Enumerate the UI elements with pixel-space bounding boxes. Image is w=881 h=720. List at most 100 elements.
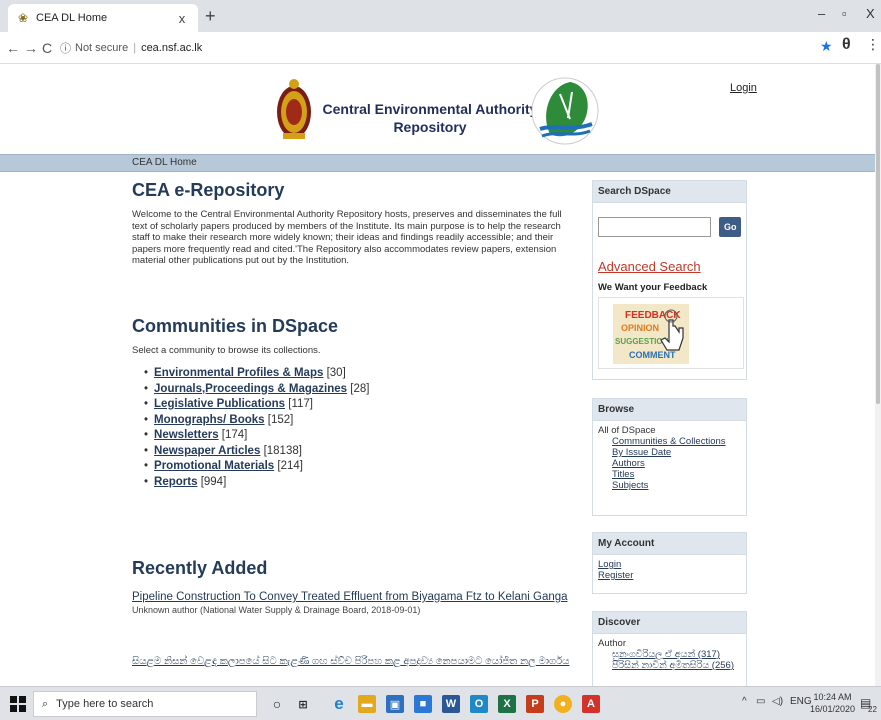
account-panel: My Account Login Register xyxy=(592,532,747,594)
recent-item-link[interactable]: සියළම නිසන් වෙළඳ කලාපයේ සිට කැළණි ගඟ ස්ව… xyxy=(132,656,569,667)
feedback-banner[interactable]: FEEDBACK OPINION SUGGESTION COMMENT xyxy=(598,297,744,369)
notification-count: 22 xyxy=(868,705,877,714)
restore-button[interactable]: ▫ xyxy=(842,6,847,21)
account-register-link[interactable]: Register xyxy=(598,570,741,581)
community-link[interactable]: Newsletters xyxy=(154,429,219,441)
cea-logo-icon xyxy=(531,77,599,145)
forward-button[interactable]: → xyxy=(24,40,38,56)
menu-icon[interactable]: ⋮ xyxy=(866,36,880,53)
breadcrumb-home[interactable]: CEA DL Home xyxy=(132,157,197,168)
feedback-word-1: FEEDBACK xyxy=(625,310,681,321)
bullet-icon: • xyxy=(144,367,149,379)
pdf-icon[interactable]: A xyxy=(582,695,600,713)
taskbar-search[interactable]: ⌕ Type here to search xyxy=(33,691,257,717)
page-scrollbar[interactable] xyxy=(875,64,881,686)
url-field[interactable]: ⓘ Not secure | cea.nsf.ac.lk xyxy=(60,37,830,59)
taskbar-clock[interactable]: 10:24 AM 16/01/2020 xyxy=(810,691,855,715)
browser-tab-bar: ❀ CEA DL Home x + – ▫ X xyxy=(0,0,881,32)
discover-author-link[interactable]: සුනංගවිරියල ඒ අයන් (317) xyxy=(612,649,741,660)
language-indicator[interactable]: ENG xyxy=(790,696,812,707)
store-icon[interactable]: ▣ xyxy=(386,695,404,713)
tab-close-icon[interactable]: x xyxy=(174,11,190,26)
community-link[interactable]: Legislative Publications xyxy=(154,398,285,410)
security-label: Not secure xyxy=(75,42,129,54)
community-count: [18138] xyxy=(263,444,302,457)
discover-author-link[interactable]: පිරිසින් නාවින් අමිතසිරිය (256) xyxy=(612,660,741,671)
feedback-image: FEEDBACK OPINION SUGGESTION COMMENT xyxy=(613,304,689,364)
browse-authors-link[interactable]: Authors xyxy=(612,458,741,469)
header-login-link[interactable]: Login xyxy=(730,82,757,94)
volume-icon[interactable]: ◁) xyxy=(772,696,783,707)
search-input[interactable] xyxy=(598,217,712,237)
close-window-button[interactable]: X xyxy=(866,6,875,21)
feedback-title: We Want your Feedback xyxy=(598,282,708,293)
community-link[interactable]: Monographs/ Books xyxy=(154,414,265,426)
go-button[interactable]: Go xyxy=(719,217,741,237)
communities-section: Communities in DSpace Select a community… xyxy=(132,316,572,490)
bullet-icon: • xyxy=(144,475,149,488)
account-heading: My Account xyxy=(593,533,746,555)
task-view-icon[interactable]: ⊞ xyxy=(294,695,312,713)
bullet-icon: • xyxy=(144,413,149,426)
search-panel: Search DSpace Go Advanced Search We Want… xyxy=(592,180,747,380)
windows-start-icon[interactable] xyxy=(10,696,26,712)
windows-taskbar: ⌕ Type here to search ○ ⊞ e ▬ ▣ ■ W O X … xyxy=(0,686,881,720)
file-explorer-icon[interactable]: ▬ xyxy=(358,695,376,713)
chrome-icon[interactable]: ● xyxy=(554,695,572,713)
sri-lanka-emblem-icon xyxy=(277,79,311,139)
recent-item-link[interactable]: Pipeline Construction To Convey Treated … xyxy=(132,591,572,603)
feedback-word-3: SUGGESTION xyxy=(615,337,669,346)
profile-icon[interactable]: θ xyxy=(842,36,851,54)
new-tab-button[interactable]: + xyxy=(205,6,216,27)
reload-button[interactable]: C xyxy=(42,40,52,56)
clock-time: 10:24 AM xyxy=(813,692,852,702)
list-item: • Monographs/ Books [152] xyxy=(144,413,572,429)
advanced-search-link[interactable]: Advanced Search xyxy=(598,259,741,274)
browse-communities-link[interactable]: Communities & Collections xyxy=(612,436,741,447)
excel-icon[interactable]: X xyxy=(498,695,516,713)
scrollbar-thumb[interactable] xyxy=(876,64,880,404)
edge-icon[interactable]: e xyxy=(330,694,348,713)
communities-subtext: Select a community to browse its collect… xyxy=(132,345,321,356)
list-item: • Newspaper Articles [18138] xyxy=(144,444,572,460)
community-link[interactable]: Newspaper Articles xyxy=(154,445,260,457)
minimize-button[interactable]: – xyxy=(818,6,825,21)
community-link[interactable]: Journals,Proceedings & Magazines xyxy=(154,383,347,395)
community-count: [214] xyxy=(277,460,303,472)
list-item: • Reports [994] xyxy=(144,475,572,491)
list-item: • Promotional Materials [214] xyxy=(144,459,572,475)
info-icon[interactable]: ⓘ xyxy=(60,40,71,56)
community-link[interactable]: Reports xyxy=(154,476,197,488)
taskbar-search-placeholder: Type here to search xyxy=(56,698,154,710)
browse-subjects-link[interactable]: Subjects xyxy=(612,480,741,491)
browser-tab[interactable]: ❀ CEA DL Home x xyxy=(8,4,198,32)
powerpoint-icon[interactable]: P xyxy=(526,695,544,713)
search-panel-heading: Search DSpace xyxy=(593,181,746,203)
discover-heading: Discover xyxy=(593,612,746,634)
community-count: [30] xyxy=(326,367,346,379)
cortana-icon[interactable]: ○ xyxy=(268,695,286,713)
breadcrumb: CEA DL Home xyxy=(0,154,875,172)
bullet-icon: • xyxy=(144,382,149,395)
browse-issue-date-link[interactable]: By Issue Date xyxy=(612,447,741,458)
network-icon[interactable]: ▭ xyxy=(756,696,765,707)
site-title: Central Environmental Authority Reposito… xyxy=(320,100,540,136)
browse-panel: Browse All of DSpace Communities & Colle… xyxy=(592,398,747,516)
account-login-link[interactable]: Login xyxy=(598,559,741,570)
site-title-line1: Central Environmental Authority xyxy=(322,101,538,117)
browse-titles-link[interactable]: Titles xyxy=(612,469,741,480)
outlook-icon[interactable]: O xyxy=(470,695,488,713)
community-count: [994] xyxy=(200,475,227,488)
community-link[interactable]: Environmental Profiles & Maps xyxy=(154,367,323,379)
tray-chevron-icon[interactable]: ^ xyxy=(742,696,747,707)
app-icon[interactable]: ■ xyxy=(414,695,432,713)
recent-item-meta: Unknown author (National Water Supply & … xyxy=(132,605,421,615)
community-link[interactable]: Promotional Materials xyxy=(154,460,274,472)
url-separator: | xyxy=(133,42,137,54)
back-button[interactable]: ← xyxy=(6,40,20,56)
discover-panel: Discover Author සුනංගවිරියල ඒ අයන් (317)… xyxy=(592,611,747,686)
word-icon[interactable]: W xyxy=(442,695,460,713)
bullet-icon: • xyxy=(144,429,149,441)
bookmark-star-icon[interactable]: ★ xyxy=(820,38,833,55)
community-count: [117] xyxy=(288,398,313,410)
